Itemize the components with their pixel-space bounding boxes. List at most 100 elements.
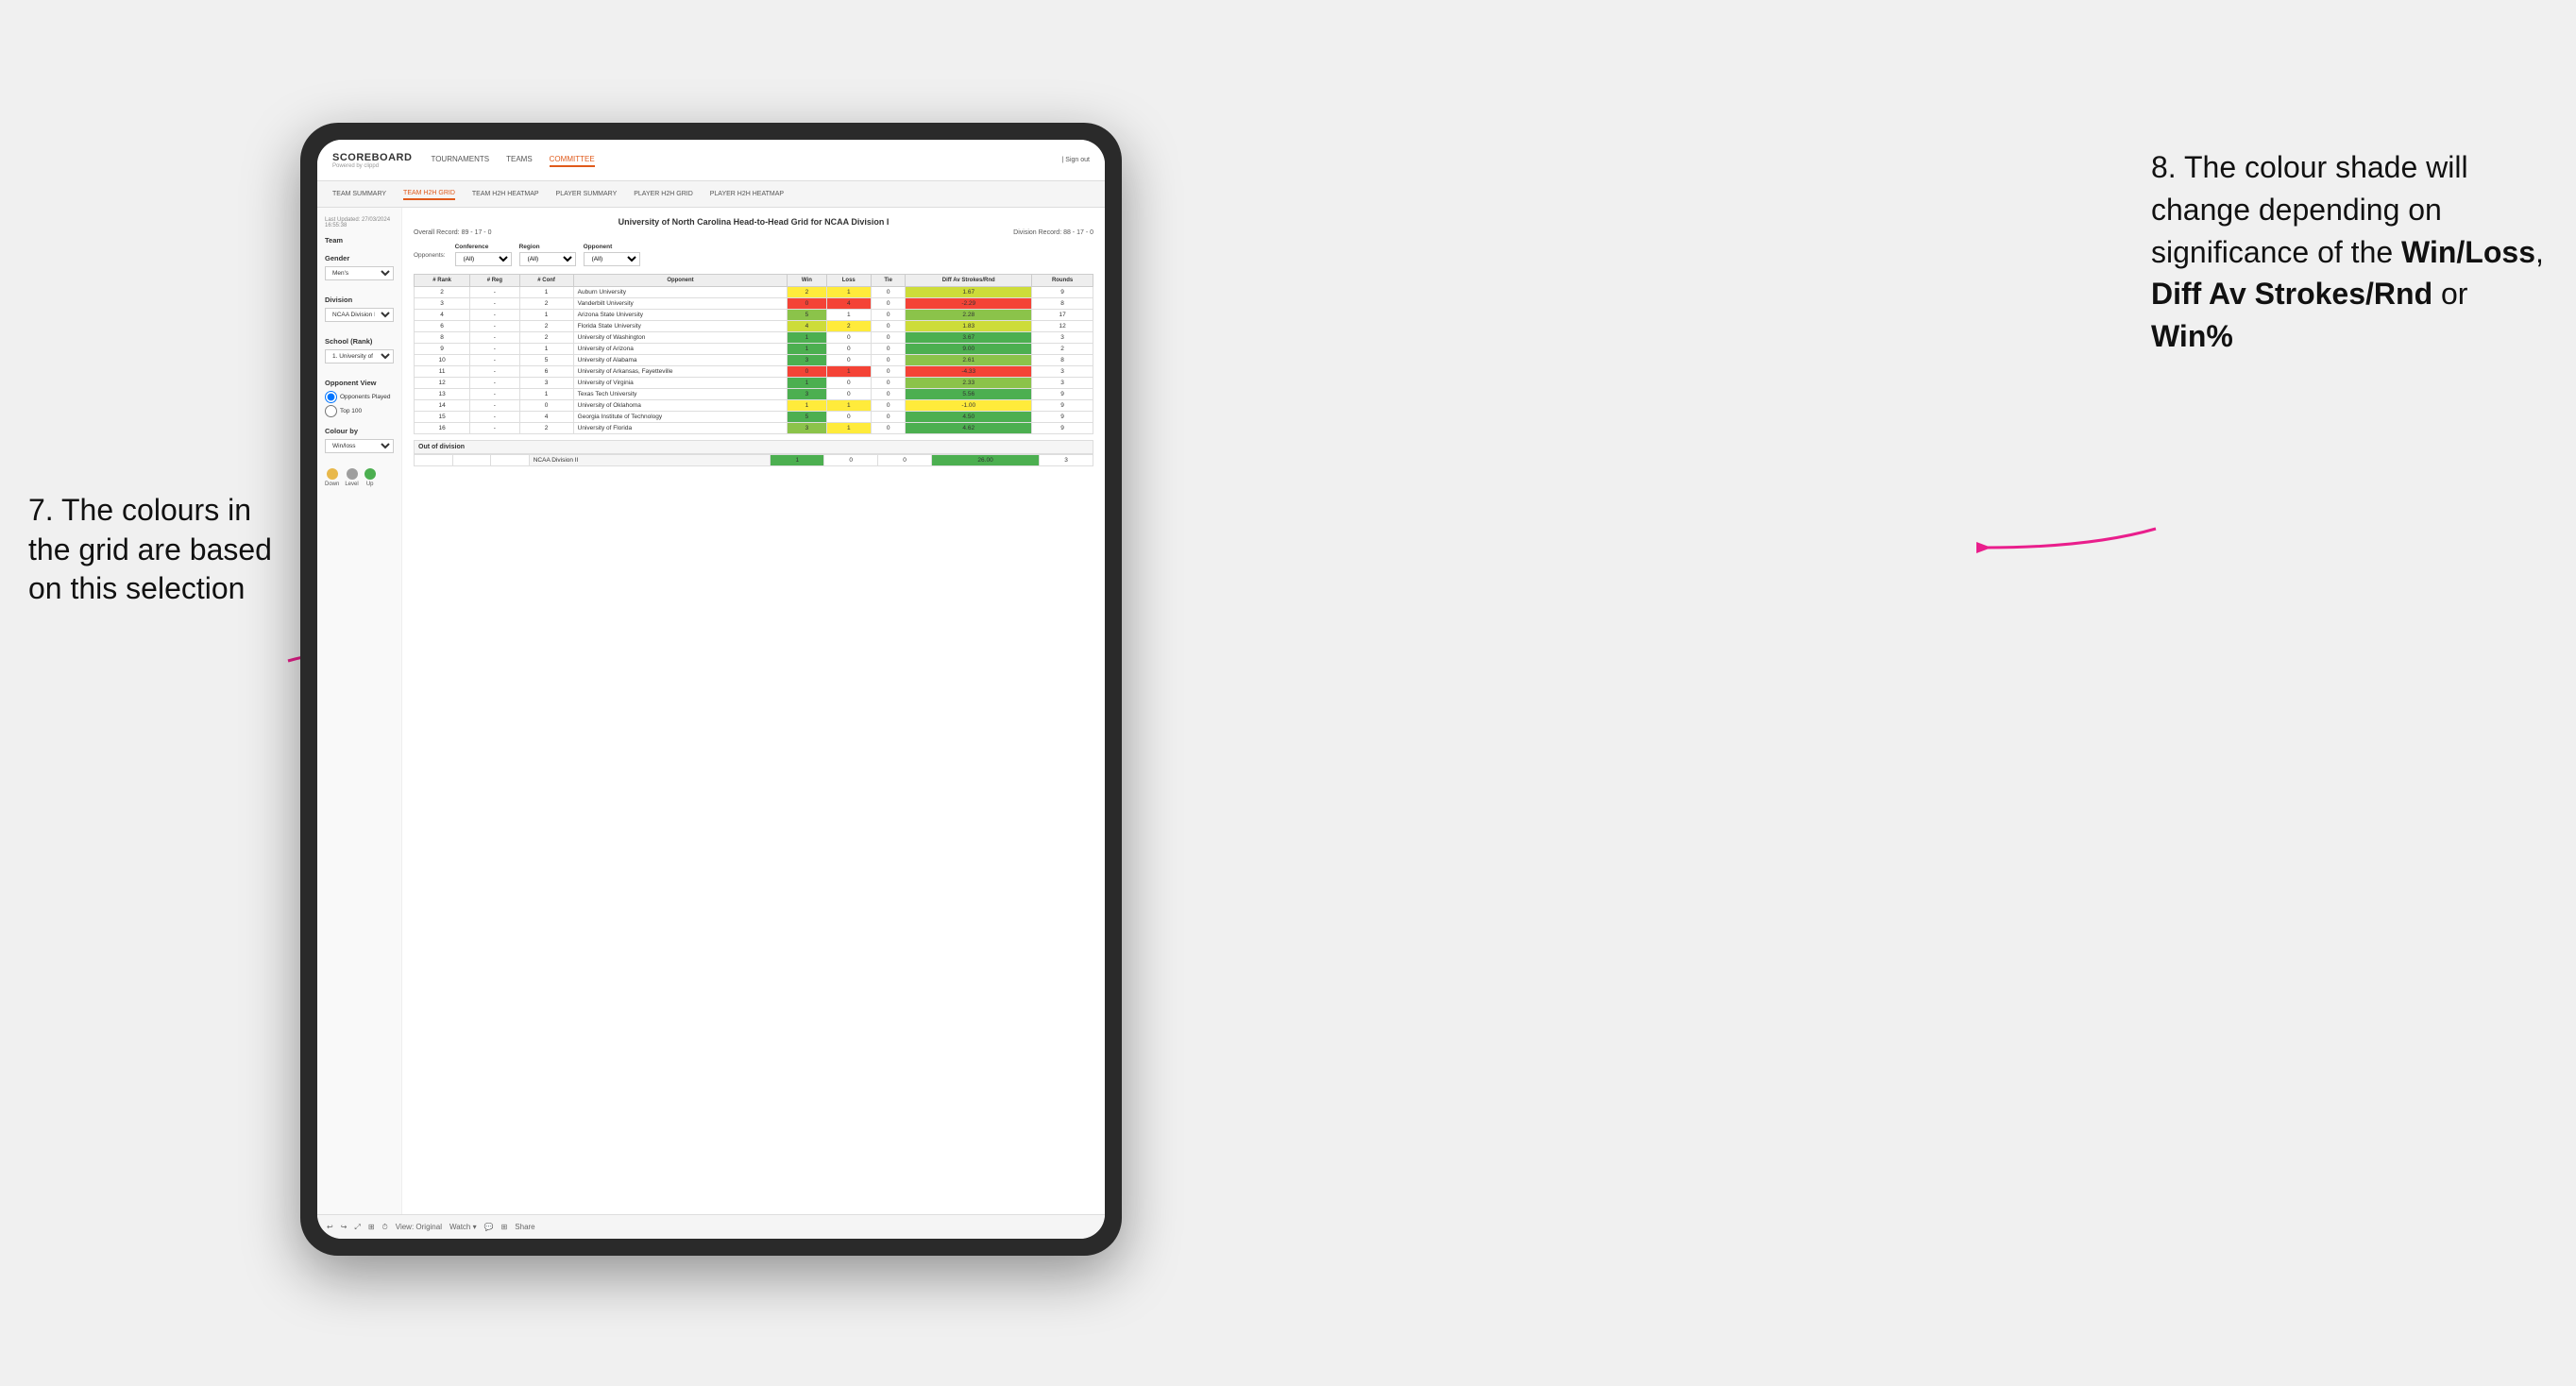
cell-rank: 8 [415,332,470,344]
sub-nav-player-summary[interactable]: PLAYER SUMMARY [556,189,618,199]
school-select[interactable]: 1. University of Nort... [325,349,394,363]
sub-nav: TEAM SUMMARY TEAM H2H GRID TEAM H2H HEAT… [317,181,1105,208]
annotation-left: 7. The colours in the grid are based on … [28,491,293,609]
region-select[interactable]: (All) [519,252,576,266]
table-row: 14 - 0 University of Oklahoma 1 1 0 -1.0… [415,400,1093,412]
nav-tournaments[interactable]: TOURNAMENTS [431,153,489,167]
cell-opponent: University of Oklahoma [573,400,788,412]
cell-win: 5 [788,412,826,423]
cell-loss: 0 [826,344,872,355]
cell-opponent: University of Florida [573,423,788,434]
cell-conf: 3 [519,378,573,389]
sub-nav-team-h2h-grid[interactable]: TEAM H2H GRID [403,188,455,200]
conference-select[interactable]: (All) [455,252,512,266]
toolbar-redo[interactable]: ↪ [341,1223,347,1231]
cell-loss: 1 [826,400,872,412]
cell-tie: 0 [872,310,906,321]
table-row: 12 - 3 University of Virginia 1 0 0 2.33… [415,378,1093,389]
gender-select[interactable]: Men's [325,266,394,280]
od-diff: 26.00 [932,455,1040,466]
region-filter: Region (All) [519,244,576,266]
cell-conf: 2 [519,423,573,434]
cell-conf: 4 [519,412,573,423]
toolbar-watch[interactable]: Watch ▾ [449,1223,477,1231]
logo-sub: Powered by clippd [332,163,412,169]
cell-opponent: University of Arizona [573,344,788,355]
cell-rank: 15 [415,412,470,423]
school-section: School (Rank) 1. University of Nort... [325,337,394,369]
colour-by-select[interactable]: Win/loss [325,439,394,453]
cell-conf: 1 [519,310,573,321]
out-division-table: NCAA Division II 1 0 0 26.00 3 [414,454,1093,466]
colour-by-section: Colour by Win/loss [325,427,394,459]
table-header-row: # Rank # Reg # Conf Opponent Win Loss Ti… [415,275,1093,287]
toolbar-comment[interactable]: 💬 [484,1223,494,1231]
cell-tie: 0 [872,332,906,344]
cell-conf: 1 [519,287,573,298]
cell-rank: 13 [415,389,470,400]
cell-loss: 1 [826,310,872,321]
gender-label: Gender [325,254,394,262]
cell-reg: - [470,355,519,366]
sub-nav-player-h2h-heatmap[interactable]: PLAYER H2H HEATMAP [710,189,784,199]
cell-reg: - [470,298,519,310]
od-conf [491,455,530,466]
toolbar-share[interactable]: Share [515,1223,534,1231]
cell-win: 1 [788,332,826,344]
cell-win: 1 [788,400,826,412]
division-select[interactable]: NCAA Division I [325,308,394,322]
cell-reg: - [470,321,519,332]
logo-area: SCOREBOARD Powered by clippd [332,152,412,169]
cell-diff: -4.33 [906,366,1032,378]
toolbar-nav[interactable]: ⤢ [354,1223,360,1232]
sign-out[interactable]: | Sign out [1062,157,1090,163]
toolbar-time[interactable]: ⏱ [382,1223,388,1232]
toolbar-grid[interactable]: ⊞ [501,1223,508,1231]
team-label: Team [325,236,394,245]
nav-links: TOURNAMENTS TEAMS COMMITTEE [431,153,1061,167]
radio-top100[interactable]: Top 100 [325,405,394,417]
sub-nav-team-summary[interactable]: TEAM SUMMARY [332,189,386,199]
cell-loss: 0 [826,378,872,389]
cell-reg: - [470,400,519,412]
conference-filter: Conference (All) [455,244,512,266]
sub-nav-player-h2h-grid[interactable]: PLAYER H2H GRID [634,189,693,199]
cell-conf: 5 [519,355,573,366]
color-legend: Down Level Up [325,468,394,487]
nav-teams[interactable]: TEAMS [506,153,533,167]
cell-opponent: University of Alabama [573,355,788,366]
toolbar-view[interactable]: View: Original [396,1223,442,1231]
od-loss: 0 [824,455,878,466]
cell-rounds: 3 [1032,366,1093,378]
cell-tie: 0 [872,412,906,423]
color-level: Level [345,468,358,487]
col-diff: Diff Av Strokes/Rnd [906,275,1032,287]
opponent-select[interactable]: (All) [584,252,640,266]
color-down: Down [325,468,339,487]
cell-opponent: University of Virginia [573,378,788,389]
cell-win: 3 [788,389,826,400]
out-division-header: Out of division [414,440,1093,454]
cell-tie: 0 [872,366,906,378]
cell-diff: -2.29 [906,298,1032,310]
radio-opponents-played[interactable]: Opponents Played [325,391,394,403]
left-panel: Last Updated: 27/03/2024 16:55:38 Team G… [317,208,402,1214]
sub-nav-team-h2h-heatmap[interactable]: TEAM H2H HEATMAP [472,189,539,199]
toolbar-copy[interactable]: ⊞ [368,1223,375,1231]
cell-loss: 0 [826,389,872,400]
col-win: Win [788,275,826,287]
cell-loss: 1 [826,366,872,378]
cell-rounds: 9 [1032,412,1093,423]
cell-loss: 0 [826,412,872,423]
nav-committee[interactable]: COMMITTEE [550,153,595,167]
cell-tie: 0 [872,400,906,412]
cell-loss: 0 [826,355,872,366]
toolbar-undo[interactable]: ↩ [327,1223,333,1231]
tablet-frame: SCOREBOARD Powered by clippd TOURNAMENTS… [300,123,1122,1256]
cell-win: 1 [788,378,826,389]
toolbar-bottom: ↩ ↪ ⤢ ⊞ ⏱ View: Original Watch ▾ 💬 ⊞ Sha… [317,1214,1105,1239]
col-loss: Loss [826,275,872,287]
opponent-label: Opponent [584,244,640,250]
od-tie: 0 [878,455,932,466]
table-row: 16 - 2 University of Florida 3 1 0 4.62 … [415,423,1093,434]
